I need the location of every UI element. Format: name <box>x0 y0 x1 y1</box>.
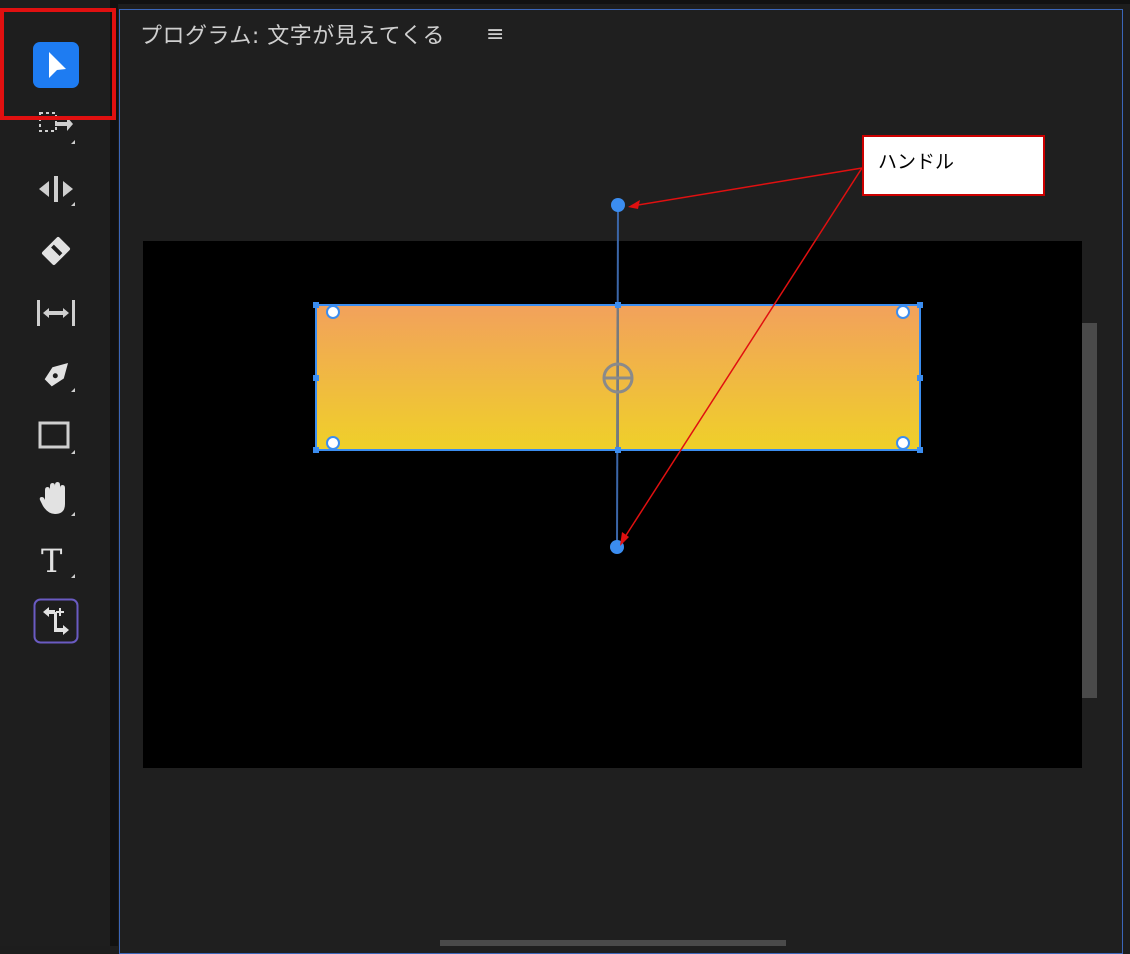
resize-handle[interactable] <box>917 302 923 308</box>
resize-handle[interactable] <box>615 302 621 308</box>
resize-handle[interactable] <box>313 375 319 381</box>
corner-radius-handle[interactable] <box>326 305 340 319</box>
resize-handle[interactable] <box>917 447 923 453</box>
handle-callout-label: ハンドル <box>862 135 1045 196</box>
corner-radius-handle[interactable] <box>326 436 340 450</box>
resize-handle[interactable] <box>313 302 319 308</box>
resize-handle[interactable] <box>917 375 923 381</box>
callout-arrow-top <box>631 167 863 207</box>
gradient-start-handle[interactable] <box>611 198 625 212</box>
resize-handle[interactable] <box>313 447 319 453</box>
resize-handle[interactable] <box>615 447 621 453</box>
corner-radius-handle[interactable] <box>896 436 910 450</box>
corner-radius-handle[interactable] <box>896 305 910 319</box>
